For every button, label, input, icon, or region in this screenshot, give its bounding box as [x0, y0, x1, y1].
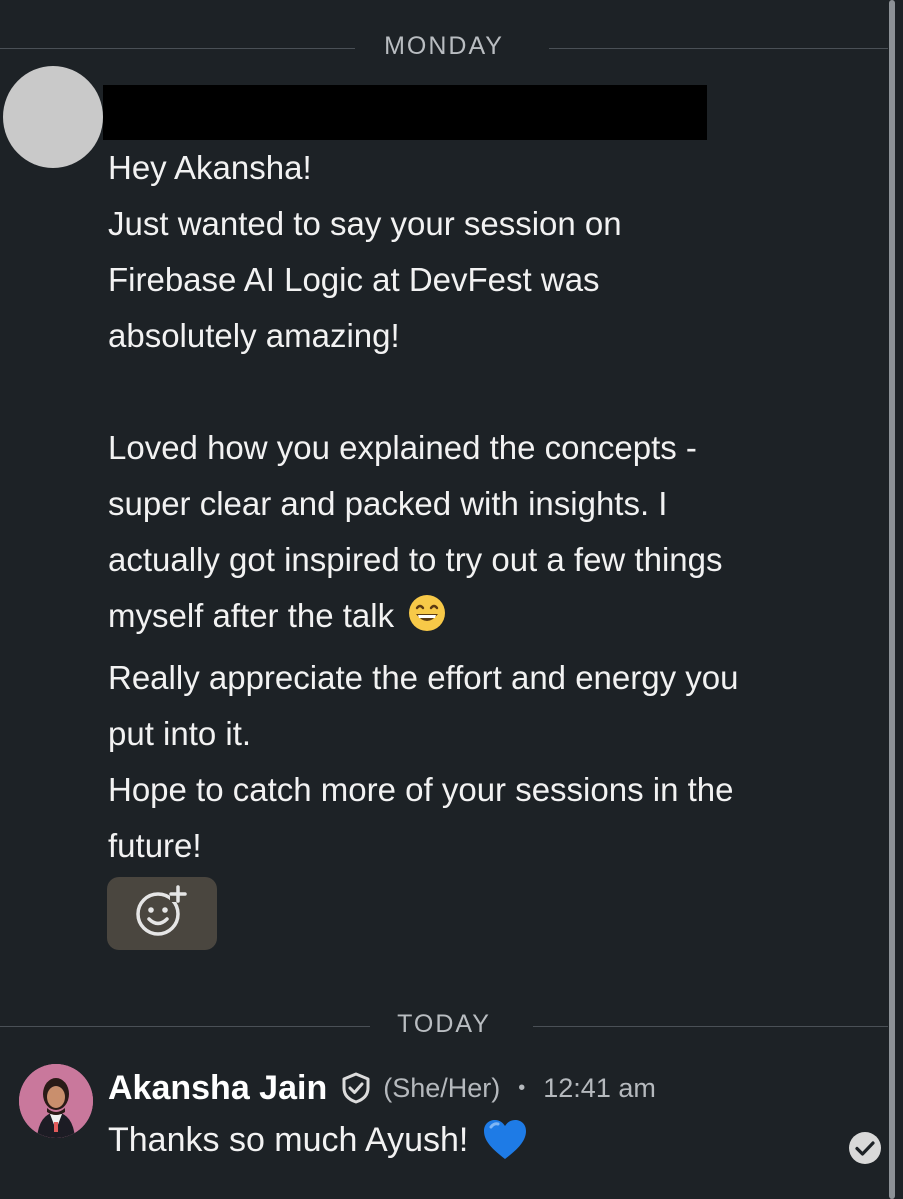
reply-header: Akansha Jain (She/Her) • 12:41 am: [108, 1064, 656, 1112]
message-line: put into it.: [108, 715, 252, 752]
reply-sender-avatar[interactable]: [19, 1064, 93, 1138]
message-line: Really appreciate the effort and energy …: [108, 659, 739, 696]
add-reaction-button[interactable]: [107, 877, 217, 950]
message-timestamp: 12:41 am: [543, 1072, 656, 1103]
divider-line-right: [549, 48, 888, 49]
message-line: Just wanted to say your session on: [108, 205, 622, 242]
message-line: Hope to catch more of your sessions in t…: [108, 771, 734, 808]
message-line: super clear and packed with insights. I: [108, 485, 668, 522]
redacted-sender-name: [103, 85, 707, 140]
scrollbar[interactable]: [889, 0, 895, 1199]
message-line: Loved how you explained the concepts -: [108, 429, 697, 466]
reply-message: Thanks so much Ayush!: [108, 1118, 528, 1162]
verified-shield-icon: [339, 1071, 373, 1105]
date-divider-label: MONDAY: [384, 32, 504, 60]
read-receipt-check-icon: [848, 1131, 882, 1165]
reply-sender-name[interactable]: Akansha Jain: [108, 1069, 327, 1108]
message-line: actually got inspired to try out a few t…: [108, 541, 723, 578]
divider-line-right: [533, 1026, 888, 1027]
pronouns-label: (She/Her): [383, 1072, 501, 1103]
message-body: Hey Akansha! Just wanted to say your ses…: [108, 140, 848, 874]
message-line: Hey Akansha!: [108, 149, 312, 186]
date-divider-label: TODAY: [397, 1010, 491, 1038]
message-line: future!: [108, 827, 202, 864]
separator-dot: •: [518, 1076, 526, 1099]
message-line: Firebase AI Logic at DevFest was: [108, 261, 600, 298]
date-divider-monday: MONDAY: [0, 26, 888, 70]
conversation-view: MONDAY Hey Akansha! Just wanted to say y…: [0, 0, 903, 1199]
message-line-text: myself after the talk: [108, 597, 395, 634]
date-divider-today: TODAY: [0, 1004, 888, 1048]
add-reaction-icon: [134, 884, 190, 943]
grinning-face-emoji: [407, 593, 447, 650]
reply-message-text: Thanks so much Ayush!: [108, 1120, 469, 1159]
message-line-with-emoji: myself after the talk: [108, 588, 848, 650]
blue-heart-emoji: [482, 1118, 528, 1162]
message-line: absolutely amazing!: [108, 317, 400, 354]
sender-avatar[interactable]: [3, 66, 103, 168]
